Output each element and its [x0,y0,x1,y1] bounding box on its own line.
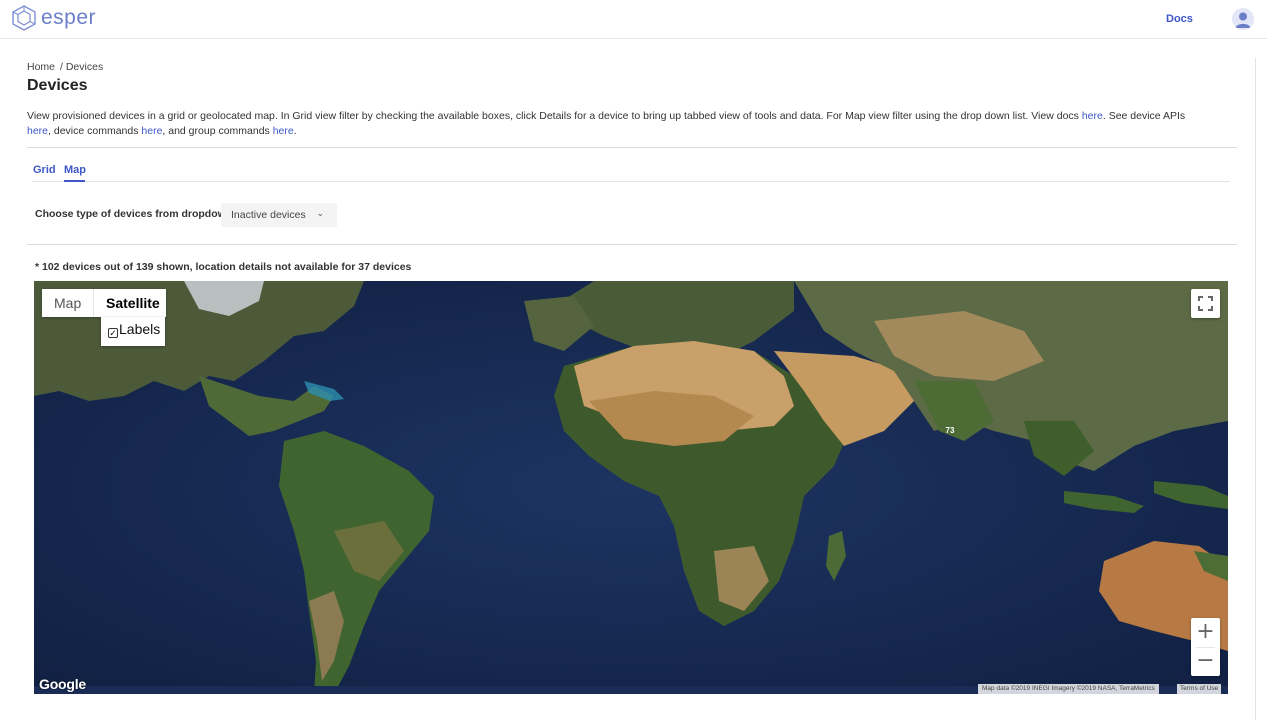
labels-toggle[interactable]: ✓ Labels [101,317,165,346]
description-text: . See device APIs [1102,110,1186,122]
map-type-control: Map Satellite [42,289,166,317]
map-attribution: Map data ©2019 INEGI Imagery ©2019 NASA,… [978,684,1159,694]
page-description: View provisioned devices in a grid or ge… [27,109,1202,138]
map-type-map-button[interactable]: Map [42,289,93,317]
zoom-out-icon[interactable]: − [1191,647,1220,676]
divider [27,244,1237,245]
device-map[interactable]: Map Satellite ✓ Labels 73 + − Google Map… [34,281,1228,694]
description-text: . [293,124,297,137]
divider [27,147,1237,148]
labels-toggle-label: Labels [119,321,161,337]
group-commands-here-link[interactable]: here [273,125,294,137]
zoom-control: + − [1191,618,1220,676]
scrollbar-track [1255,58,1256,720]
tab-grid[interactable]: Grid [33,164,56,176]
fullscreen-icon [1198,296,1213,311]
device-count-note: * 102 devices out of 139 shown, location… [35,261,412,273]
device-commands-here-link[interactable]: here [141,125,162,137]
breadcrumb-current: / Devices [60,61,104,73]
filter-label: Choose type of devices from dropdown [35,208,233,220]
description-text: View provisioned devices in a grid or ge… [27,110,1082,122]
top-navbar: esper Docs [0,0,1267,39]
device-cluster-marker[interactable]: 73 [943,424,957,438]
device-type-dropdown[interactable]: Inactive devices ⌄ [221,203,337,227]
google-logo: Google [39,676,87,692]
description-text: , and group commands [162,124,273,137]
dropdown-selected-value: Inactive devices [231,209,306,221]
user-icon [1235,12,1251,28]
brand-name[interactable]: esper [41,6,96,30]
breadcrumb: Home / Devices [27,61,103,73]
esper-logo-icon[interactable] [11,5,37,31]
chevron-down-icon: ⌄ [316,208,324,218]
tab-map[interactable]: Map [64,164,86,176]
breadcrumb-home[interactable]: Home [27,61,55,73]
tabs-baseline [32,181,1230,182]
avatar[interactable] [1232,8,1254,30]
satellite-imagery [34,281,1228,694]
fullscreen-button[interactable] [1191,289,1220,318]
description-text: , device commands [48,124,142,137]
terms-of-use-link[interactable]: Terms of Use [1177,684,1222,694]
page-title: Devices [27,77,88,94]
tab-active-indicator [64,180,85,182]
device-apis-here-link[interactable]: here [27,125,48,137]
zoom-in-icon[interactable]: + [1191,618,1220,647]
checkbox-checked-icon[interactable]: ✓ [108,328,118,338]
docs-link[interactable]: Docs [1166,13,1193,25]
map-type-satellite-button[interactable]: Satellite [93,289,166,317]
docs-here-link[interactable]: here [1082,110,1103,122]
